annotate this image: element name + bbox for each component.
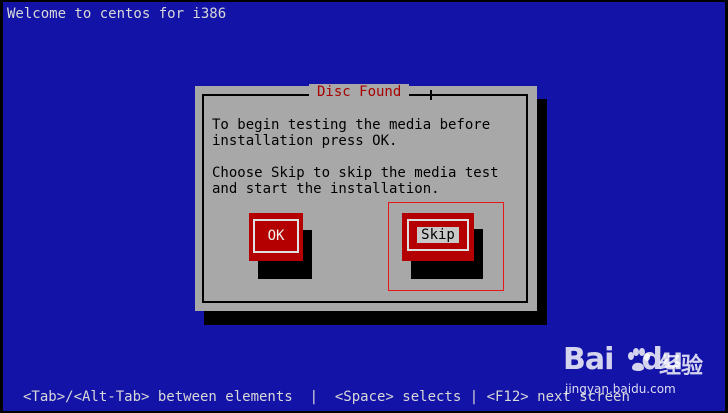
- ok-button[interactable]: OK: [249, 213, 303, 261]
- frame-tick-right: [430, 90, 432, 100]
- screen: Welcome to centos for i386 Disc Found To…: [0, 0, 728, 413]
- jingyan-cn-text: 经验: [659, 354, 704, 379]
- baidu-paw-icon: [628, 348, 650, 371]
- dialog-title: Disc Found: [309, 84, 410, 100]
- baidu-jingyan-watermark: Bai du 经验 jingyan.baidu.com: [563, 342, 723, 402]
- jingyan-url: jingyan.baidu.com: [565, 382, 676, 396]
- baidu-logo-bai: Bai: [563, 342, 614, 377]
- message-line-3: Choose Skip to skip the media test: [212, 165, 499, 181]
- welcome-title: Welcome to centos for i386: [7, 6, 227, 22]
- skip-button-border: Skip: [407, 219, 469, 251]
- disc-found-dialog: Disc Found To begin testing the media be…: [195, 84, 537, 311]
- ok-button-border: OK: [253, 219, 299, 253]
- message-line-1: To begin testing the media before: [212, 117, 491, 133]
- skip-button[interactable]: Skip: [402, 213, 474, 261]
- message-line-2: installation press OK.: [212, 133, 398, 149]
- message-line-4: and start the installation.: [212, 181, 440, 197]
- ok-button-label: OK: [267, 228, 285, 244]
- console-background: Welcome to centos for i386 Disc Found To…: [3, 2, 725, 411]
- skip-button-label: Skip: [417, 227, 459, 243]
- keyboard-help-bar: <Tab>/<Alt-Tab> between elements | <Spac…: [23, 389, 630, 405]
